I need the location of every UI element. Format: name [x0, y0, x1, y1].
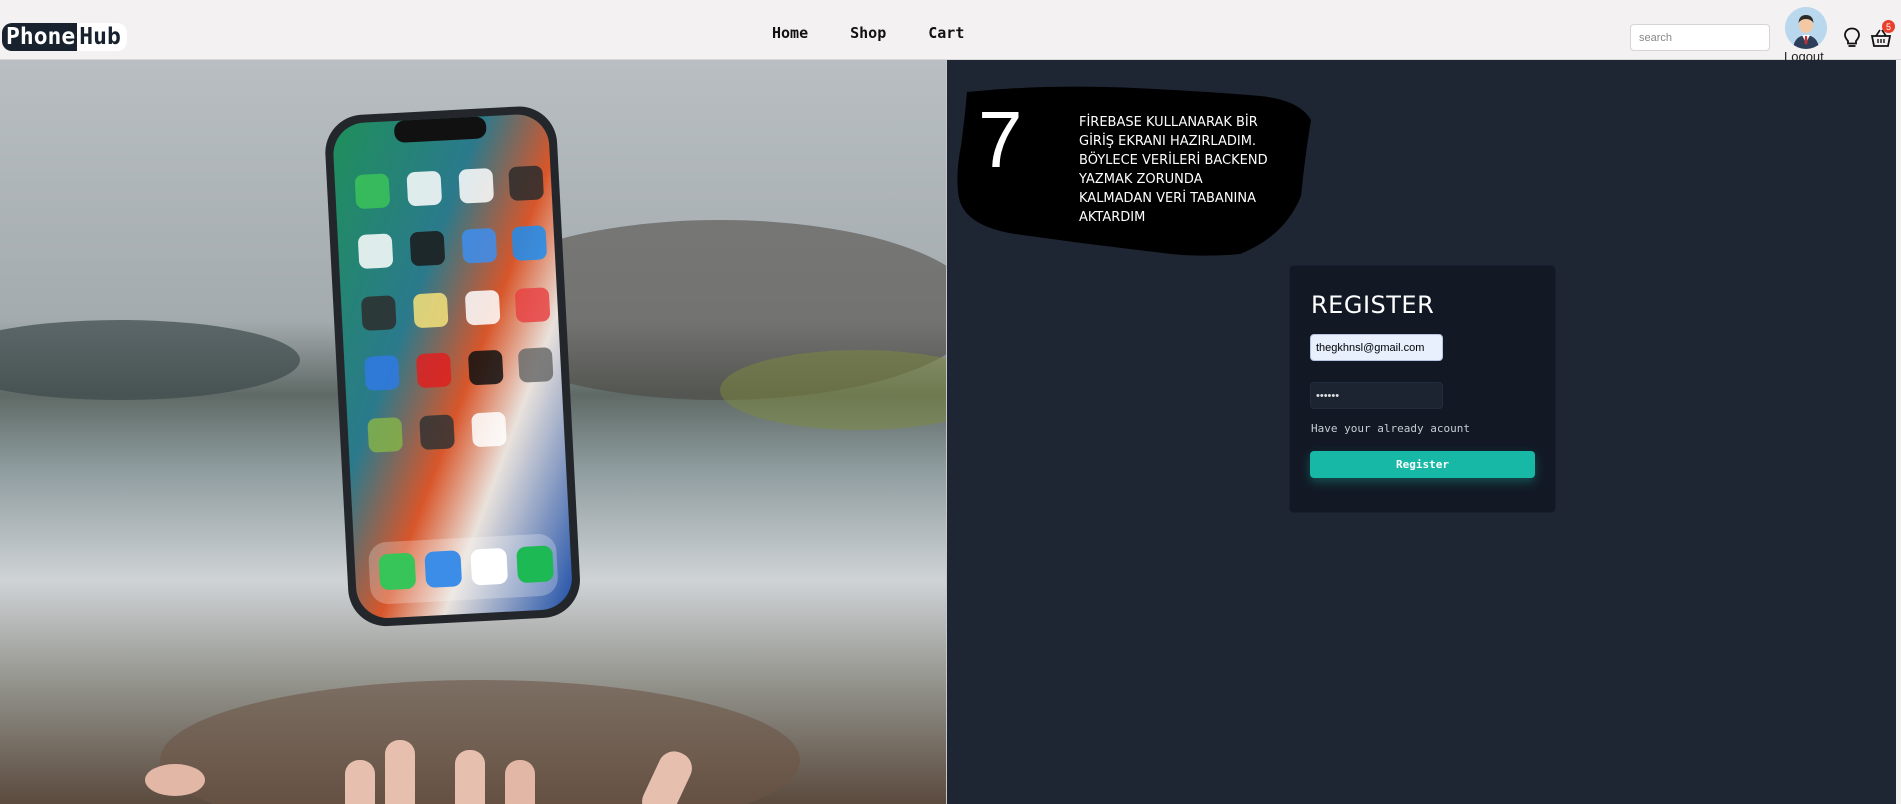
- register-title: REGISTER: [1311, 291, 1435, 319]
- email-field[interactable]: [1310, 334, 1443, 361]
- password-field[interactable]: [1310, 382, 1443, 409]
- scrollbar-edge: [1896, 60, 1901, 804]
- register-button[interactable]: Register: [1310, 451, 1535, 478]
- hero-photo-illustration: [0, 60, 946, 804]
- nav-shop-link[interactable]: Shop: [850, 24, 886, 42]
- logo[interactable]: Phone Hub: [2, 22, 127, 52]
- nav-links: Home Shop Cart: [772, 24, 964, 42]
- cart-count-badge: 5: [1882, 20, 1895, 33]
- hero-phone-photo: [0, 60, 946, 804]
- avatar[interactable]: [1785, 7, 1827, 49]
- register-card: REGISTER Have your already acount Regist…: [1289, 265, 1556, 513]
- logo-phone-text: Phone: [2, 23, 78, 51]
- logo-hub-text: Hub: [77, 23, 127, 51]
- user-avatar-icon: [1785, 7, 1827, 49]
- search-input[interactable]: [1630, 24, 1770, 51]
- annotation-text: FİREBASE KULLANARAK BİR GİRİŞ EKRANI HAZ…: [1079, 115, 1268, 225]
- lightbulb-icon[interactable]: [1843, 27, 1861, 49]
- annotation-number: 7: [978, 95, 1023, 184]
- nav-home-link[interactable]: Home: [772, 24, 808, 42]
- login-link[interactable]: Have your already acount: [1311, 422, 1470, 435]
- navbar: PhoneHub Home Shop Cart Logout 5: [0, 0, 1901, 64]
- nav-cart-link[interactable]: Cart: [928, 24, 964, 42]
